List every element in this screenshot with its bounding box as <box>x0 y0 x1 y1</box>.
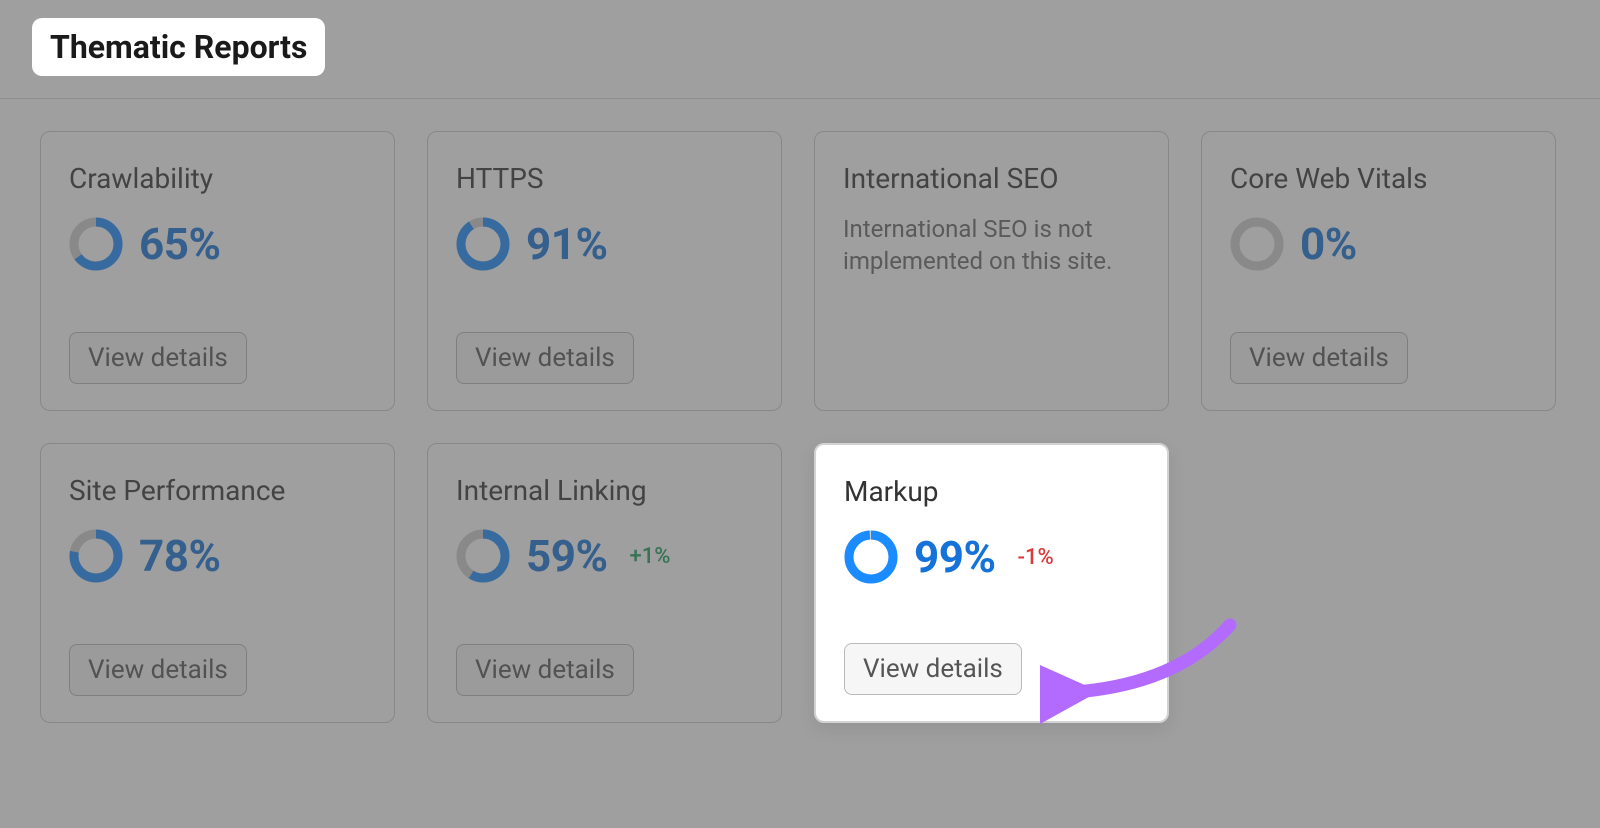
metric-delta: +1% <box>630 544 671 569</box>
metric-percent: 91% <box>526 218 608 270</box>
view-details-button[interactable]: View details <box>456 644 634 696</box>
page-title: Thematic Reports <box>32 18 325 76</box>
card-title: HTTPS <box>456 162 753 195</box>
donut-icon <box>456 217 510 271</box>
donut-icon <box>69 217 123 271</box>
card-title: International SEO <box>843 162 1140 195</box>
card-title: Site Performance <box>69 474 366 507</box>
card-title: Internal Linking <box>456 474 753 507</box>
view-details-button[interactable]: View details <box>456 332 634 384</box>
view-details-button[interactable]: View details <box>69 332 247 384</box>
report-card-internal-linking: Internal Linking 59% +1% View details <box>427 443 782 723</box>
report-card-core-web-vitals: Core Web Vitals 0% View details <box>1201 131 1556 411</box>
metric-percent: 59% <box>526 530 608 582</box>
card-title: Crawlability <box>69 162 366 195</box>
report-card-site-performance: Site Performance 78% View details <box>40 443 395 723</box>
view-details-button[interactable]: View details <box>69 644 247 696</box>
metric-percent: 99% <box>914 531 996 583</box>
card-message: International SEO is not implemented on … <box>843 213 1140 278</box>
donut-icon <box>844 530 898 584</box>
card-title: Core Web Vitals <box>1230 162 1527 195</box>
donut-icon <box>456 529 510 583</box>
report-card-markup: Markup 99% -1% View details <box>814 443 1169 723</box>
report-card-intl-seo: International SEO International SEO is no… <box>814 131 1169 411</box>
metric-row: 78% <box>69 529 366 583</box>
page-root: Thematic Reports Crawlability 65% View de… <box>0 0 1600 828</box>
view-details-button[interactable]: View details <box>1230 332 1408 384</box>
metric-percent: 78% <box>139 530 221 582</box>
metric-percent: 0% <box>1300 218 1357 270</box>
metric-row: 0% <box>1230 217 1527 271</box>
reports-grid: Crawlability 65% View details HTTPS 91% Vie… <box>0 99 1600 755</box>
report-card-https: HTTPS 91% View details <box>427 131 782 411</box>
card-title: Markup <box>844 475 1139 508</box>
header-row: Thematic Reports <box>0 0 1600 99</box>
metric-row: 65% <box>69 217 366 271</box>
metric-row: 99% -1% <box>844 530 1139 584</box>
metric-delta: -1% <box>1018 545 1054 570</box>
donut-icon <box>69 529 123 583</box>
metric-row: 91% <box>456 217 753 271</box>
metric-percent: 65% <box>139 218 221 270</box>
donut-icon <box>1230 217 1284 271</box>
report-card-crawlability: Crawlability 65% View details <box>40 131 395 411</box>
view-details-button[interactable]: View details <box>844 643 1022 695</box>
metric-row: 59% +1% <box>456 529 753 583</box>
